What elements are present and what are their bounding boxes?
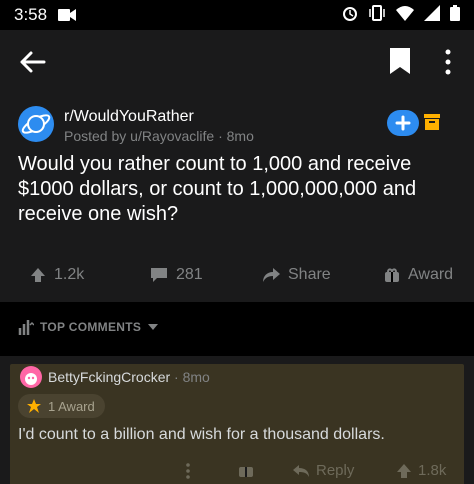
gift-icon[interactable]: [238, 462, 254, 478]
post: r/WouldYouRather Posted by u/Rayovaclife…: [0, 94, 474, 302]
more-vertical-icon[interactable]: [440, 48, 456, 76]
posted-by[interactable]: Posted by u/Rayovaclife · 8mo: [64, 128, 254, 144]
post-title: Would you rather count to 1,000 and rece…: [18, 153, 417, 225]
comment-author[interactable]: BettyFckingCrocker: [48, 369, 170, 385]
signal-icon: [424, 5, 440, 21]
share-label: Share: [288, 266, 331, 283]
comment-sort-dropdown[interactable]: TOP COMMENTS: [18, 319, 159, 335]
gift-icon: [385, 268, 399, 282]
share-button[interactable]: Share: [262, 264, 331, 286]
vibrate-icon: [369, 5, 385, 21]
post-actions: 1.2k 281 Share Award: [0, 254, 474, 294]
comment-count: 281: [176, 266, 203, 283]
award-button[interactable]: Award: [384, 264, 453, 286]
chevron-down-icon: [148, 324, 159, 330]
battery-icon: [450, 5, 460, 21]
comments-button[interactable]: 281: [150, 264, 203, 286]
bar-chart-icon: [18, 320, 34, 335]
award-count: 1 Award: [48, 398, 95, 414]
comment-body: I'd count to a billion and wish for a th…: [18, 426, 385, 443]
alarm-icon: [343, 7, 357, 21]
comment-time: · 8mo: [170, 369, 210, 385]
commenter-avatar[interactable]: [20, 366, 42, 388]
share-arrow-icon: [263, 268, 280, 282]
comment: BettyFckingCrocker · 8mo 1 Award I'd cou…: [0, 356, 474, 484]
back-arrow-icon[interactable]: [18, 48, 46, 76]
reply-arrow-icon: [293, 464, 309, 477]
reply-button[interactable]: Reply: [292, 462, 354, 479]
app-bar: [0, 30, 474, 94]
upvote-button[interactable]: 1.2k: [30, 264, 84, 286]
snoo-avatar-icon: [25, 373, 37, 385]
archive-icon[interactable]: [424, 114, 440, 130]
status-time: 3:58: [14, 5, 48, 24]
sort-label: TOP COMMENTS: [40, 320, 142, 334]
join-button[interactable]: [387, 110, 419, 136]
status-bar: 3:58: [0, 0, 474, 30]
bookmark-icon[interactable]: [388, 46, 412, 76]
comment-actions: Reply 1.8k: [0, 460, 474, 484]
award-label: Award: [408, 266, 454, 283]
subreddit-name[interactable]: r/WouldYouRather: [64, 108, 194, 126]
subreddit-avatar[interactable]: [18, 106, 54, 142]
comment-upvote-button[interactable]: 1.8k: [396, 462, 446, 479]
status-icons: [342, 5, 460, 21]
plus-icon: [395, 115, 411, 131]
wifi-icon: [396, 6, 414, 21]
upvote-arrow-icon: [397, 463, 411, 478]
video-camera-icon: [58, 9, 76, 21]
comment-author-line[interactable]: BettyFckingCrocker · 8mo: [48, 369, 210, 385]
award-badge[interactable]: 1 Award: [18, 394, 105, 418]
upvote-arrow-icon: [31, 268, 45, 282]
comments-sort-bar: TOP COMMENTS: [0, 302, 474, 356]
reply-label: Reply: [316, 462, 355, 479]
comment-vote-count: 1.8k: [418, 462, 447, 479]
award-medal-icon: [27, 399, 41, 413]
comment-icon: [151, 268, 167, 282]
more-vertical-icon[interactable]: [184, 462, 192, 480]
planet-icon: [21, 114, 51, 134]
upvote-count: 1.2k: [54, 266, 85, 283]
